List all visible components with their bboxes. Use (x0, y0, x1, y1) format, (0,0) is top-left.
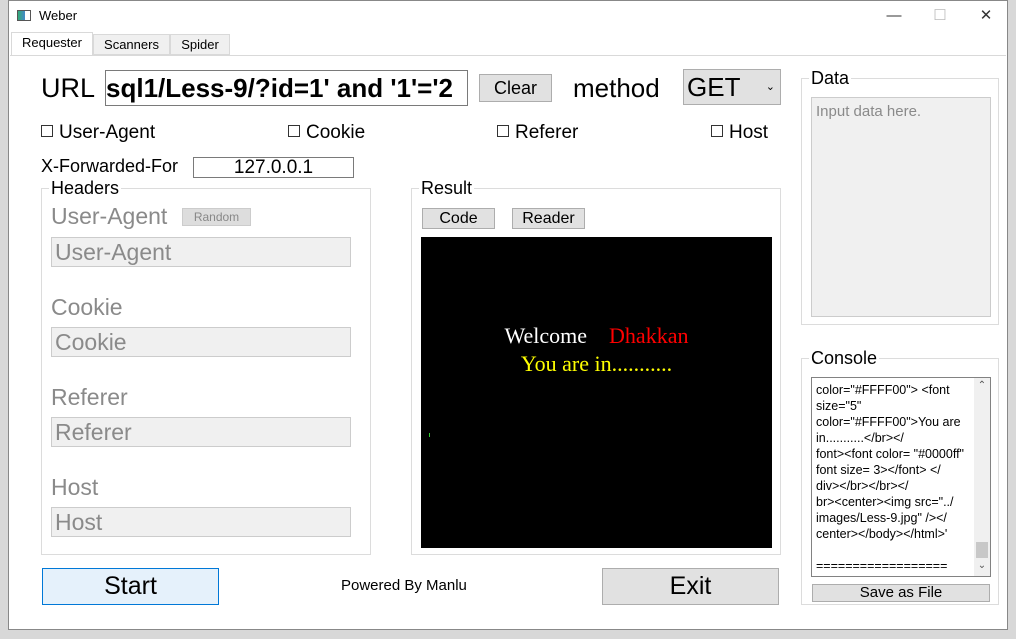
powered-by-label: Powered By Manlu (341, 577, 467, 594)
save-as-file-button[interactable]: Save as File (812, 584, 990, 602)
referer-label: Referer (51, 384, 128, 410)
referer-input[interactable]: Referer (51, 417, 351, 447)
maximize-button[interactable]: ☐ (925, 5, 955, 27)
checkbox-cookie[interactable]: Cookie (288, 122, 365, 144)
checkbox-icon[interactable] (288, 125, 300, 137)
method-label: method (573, 73, 660, 103)
name-text: Dhakkan (609, 323, 689, 348)
console-line: color="#FFFF00"> <font (816, 383, 950, 397)
console-output[interactable]: color="#FFFF00"> <font size="5" color="#FF… (811, 377, 991, 577)
url-input[interactable]: sql1/Less-9/?id=1' and '1'='2 (105, 70, 468, 106)
data-textarea[interactable]: Input data here. (811, 97, 991, 317)
xff-label: X-Forwarded-For (41, 156, 179, 176)
checkbox-icon[interactable] (41, 125, 53, 137)
host-input[interactable]: Host (51, 507, 351, 537)
headers-title: Headers (49, 178, 122, 199)
scroll-up-icon[interactable]: ⌃ (974, 380, 990, 391)
checkbox-icon[interactable] (497, 125, 509, 137)
host-label: Host (51, 474, 99, 500)
user-agent-input[interactable]: User-Agent (51, 237, 351, 267)
data-title: Data (809, 68, 852, 89)
method-select[interactable]: GET ⌄ (683, 69, 781, 105)
window-title: Weber (39, 8, 78, 23)
checkbox-icon[interactable] (711, 125, 723, 137)
cookie-label: Cookie (51, 294, 123, 320)
cookie-input[interactable]: Cookie (51, 327, 351, 357)
reader-button[interactable]: Reader (512, 208, 585, 229)
user-agent-label: User-Agent (51, 203, 168, 229)
console-line: in...........</br></ (816, 431, 904, 445)
title-bar: Weber — ☐ ✕ (9, 1, 1007, 31)
app-icon (17, 10, 31, 21)
tab-scanners[interactable]: Scanners (93, 34, 170, 55)
clear-button[interactable]: Clear (479, 74, 552, 102)
tab-spider[interactable]: Spider (170, 34, 230, 55)
console-line: center></body></html>' (816, 527, 948, 541)
console-line: font size= 3></font> </ (816, 463, 941, 477)
xff-input[interactable]: 127.0.0.1 (193, 157, 354, 178)
checkbox-user-agent[interactable]: User-Agent (41, 122, 155, 144)
console-line: size="5" (816, 399, 862, 413)
console-line: font><font color= "#0000ff" (816, 447, 964, 461)
console-line: div></br></br></ (816, 479, 909, 493)
tab-requester[interactable]: Requester (11, 32, 93, 56)
console-title: Console (809, 348, 880, 369)
console-line: color="#FFFF00">You are (816, 415, 961, 429)
random-button[interactable]: Random (182, 208, 251, 226)
console-line: br><center><img src="../ (816, 495, 954, 509)
console-line: images/Less-9.jpg" /></ (816, 511, 947, 525)
welcome-text: Welcome (504, 323, 588, 348)
scroll-down-icon[interactable]: ⌄ (974, 560, 990, 571)
scroll-thumb[interactable] (976, 542, 988, 558)
code-button[interactable]: Code (422, 208, 495, 229)
weber-window: Weber — ☐ ✕ Requester Scanners Spider UR… (8, 0, 1008, 630)
checkbox-host[interactable]: Host (711, 122, 768, 144)
checkbox-referer[interactable]: Referer (497, 122, 578, 144)
result-view: Welcome Dhakkan You are in........... (421, 237, 772, 548)
image-placeholder (429, 433, 430, 437)
console-scrollbar[interactable]: ⌃ ⌄ (974, 378, 990, 576)
result-title: Result (419, 178, 475, 199)
minimize-button[interactable]: — (879, 5, 909, 27)
start-button[interactable]: Start (42, 568, 219, 605)
close-button[interactable]: ✕ (971, 5, 1001, 27)
chevron-down-icon: ⌄ (765, 81, 775, 93)
console-line: ================== (816, 559, 948, 573)
message-text: You are in........... (520, 351, 673, 376)
url-label: URL (41, 73, 96, 103)
exit-button[interactable]: Exit (602, 568, 779, 605)
